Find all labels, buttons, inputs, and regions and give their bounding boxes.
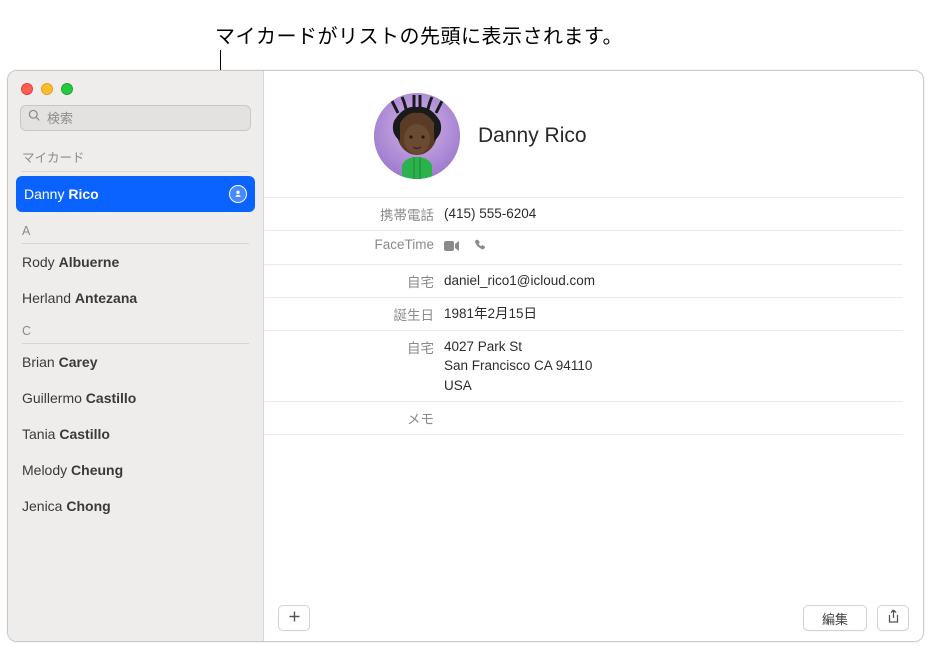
field-note: メモ [264, 401, 903, 435]
field-value[interactable]: daniel_rico1@icloud.com [444, 271, 903, 291]
field-value[interactable]: 4027 Park St San Francisco CA 94110 USA [444, 337, 903, 396]
list-item[interactable]: Brian Carey [8, 344, 263, 380]
field-label: 自宅 [264, 337, 444, 396]
field-birthday: 誕生日 1981年2月15日 [264, 297, 903, 330]
field-label: 自宅 [264, 271, 444, 291]
sidebar: マイカード Danny Rico A Rody Albuerne Herland… [8, 71, 264, 641]
field-facetime: FaceTime [264, 230, 903, 264]
share-button[interactable] [877, 605, 909, 631]
close-window-button[interactable] [21, 83, 33, 95]
list-item[interactable]: Rody Albuerne [8, 244, 263, 280]
contact-last-name: Rico [68, 186, 98, 202]
field-label: メモ [264, 408, 444, 428]
search-input[interactable] [47, 111, 243, 126]
share-icon [887, 609, 900, 627]
add-button[interactable] [278, 605, 310, 631]
field-label: FaceTime [264, 237, 444, 258]
list-item-my-card[interactable]: Danny Rico [16, 176, 255, 212]
section-header-c: C [8, 316, 263, 343]
field-value[interactable]: (415) 555-6204 [444, 204, 903, 224]
detail-toolbar: 編集 [264, 595, 923, 641]
contact-header: Danny Rico [264, 71, 923, 197]
list-item[interactable]: Melody Cheung [8, 452, 263, 488]
field-value[interactable] [444, 408, 903, 428]
field-value: 1981年2月15日 [444, 304, 903, 324]
list-item[interactable]: Guillermo Castillo [8, 380, 263, 416]
contact-first-name: Danny [24, 186, 68, 202]
facetime-audio-icon[interactable] [474, 238, 487, 258]
search-icon [28, 109, 41, 127]
facetime-video-icon[interactable] [444, 238, 460, 258]
field-mobile: 携帯電話 (415) 555-6204 [264, 197, 903, 230]
contact-fields: 携帯電話 (415) 555-6204 FaceTime 自宅 daniel_r… [264, 197, 923, 435]
contacts-list[interactable]: マイカード Danny Rico A Rody Albuerne Herland… [8, 139, 263, 641]
search-field[interactable] [20, 105, 251, 131]
section-header-mycard: マイカード [8, 139, 263, 171]
callout-text: マイカードがリストの先頭に表示されます。 [215, 20, 623, 49]
list-item[interactable]: Tania Castillo [8, 416, 263, 452]
contact-name: Danny Rico [478, 124, 587, 148]
zoom-window-button[interactable] [61, 83, 73, 95]
contacts-window: マイカード Danny Rico A Rody Albuerne Herland… [7, 70, 924, 642]
me-badge-icon [229, 185, 247, 203]
list-item[interactable]: Jenica Chong [8, 488, 263, 524]
field-home-address: 自宅 4027 Park St San Francisco CA 94110 U… [264, 330, 903, 402]
plus-icon [288, 610, 301, 626]
list-item[interactable]: Herland Antezana [8, 280, 263, 316]
contact-detail-pane: Danny Rico 携帯電話 (415) 555-6204 FaceTime [264, 71, 923, 641]
field-label: 誕生日 [264, 304, 444, 324]
edit-button[interactable]: 編集 [803, 605, 867, 631]
section-header-a: A [8, 216, 263, 243]
field-label: 携帯電話 [264, 204, 444, 224]
avatar[interactable] [374, 93, 460, 179]
field-home-email: 自宅 daniel_rico1@icloud.com [264, 264, 903, 297]
window-controls [8, 71, 263, 105]
minimize-window-button[interactable] [41, 83, 53, 95]
